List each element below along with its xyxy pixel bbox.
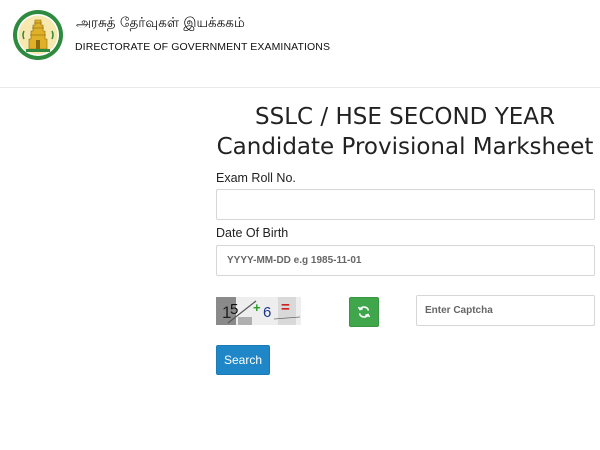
svg-text:=: = — [281, 299, 290, 316]
page-subtitle: Candidate Provisional Marksheet — [216, 134, 594, 160]
svg-text:+: + — [253, 300, 261, 315]
captcha-image: 1 5 + 6 = — [216, 297, 301, 325]
refresh-captcha-button[interactable] — [349, 297, 379, 327]
search-button[interactable]: Search — [216, 345, 270, 375]
page-title: SSLC / HSE SECOND YEAR — [255, 104, 555, 130]
svg-text:5: 5 — [230, 301, 238, 318]
site-header: அரசுத் தேர்வுகள் இயக்ககம் DIRECTORATE OF… — [0, 0, 600, 88]
captcha-input[interactable] — [416, 295, 595, 326]
org-name-english: DIRECTORATE OF GOVERNMENT EXAMINATIONS — [75, 41, 331, 53]
refresh-icon — [357, 306, 371, 318]
tamil-nadu-emblem-icon — [13, 10, 63, 60]
date-of-birth-input[interactable] — [216, 245, 595, 276]
date-of-birth-label: Date Of Birth — [216, 226, 289, 240]
roll-number-label: Exam Roll No. — [216, 171, 296, 185]
svg-text:6: 6 — [263, 304, 271, 321]
org-name-tamil: அரசுத் தேர்வுகள் இயக்ககம் — [76, 15, 245, 31]
roll-number-input[interactable] — [216, 189, 595, 220]
